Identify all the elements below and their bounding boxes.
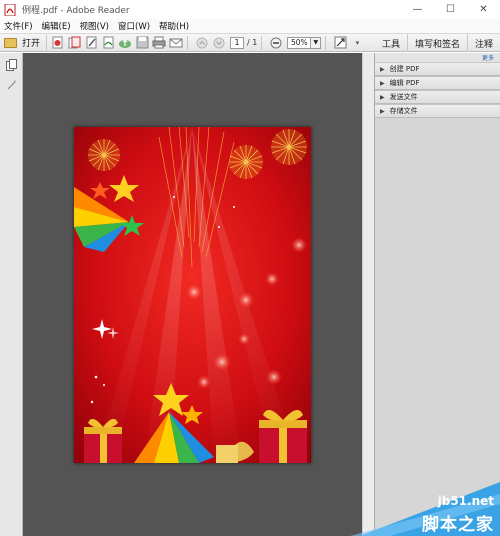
close-button[interactable]: ✕ <box>467 0 500 19</box>
menu-view[interactable]: 视图(V) <box>80 20 109 32</box>
menu-file[interactable]: 文件(F) <box>4 20 33 32</box>
page-number-input[interactable]: 1 <box>230 36 245 49</box>
menu-help[interactable]: 帮助(H) <box>159 20 189 32</box>
tools-pane: 更多 ▶ 创建 PDF ▶ 编辑 PDF ▶ 发送文件 ▶ 存储文件 <box>374 53 500 536</box>
toolbar: 打开 1 / 1 50% ▼ ▾ 工具 填写和签名 注释 <box>0 33 500 52</box>
menu-bar: 文件(F) 编辑(E) 视图(V) 窗口(W) 帮助(H) <box>0 19 500 33</box>
page-thumbnails-icon[interactable] <box>6 59 17 71</box>
folder-icon <box>4 37 17 48</box>
document-area[interactable] <box>23 53 374 536</box>
toolbar-separator <box>325 35 327 50</box>
tools-button[interactable]: 工具 <box>375 34 407 52</box>
open-label: 打开 <box>22 39 41 49</box>
fit-page-icon[interactable] <box>333 36 347 50</box>
page-total: / 1 <box>247 38 258 47</box>
panel-send-file[interactable]: ▶ 发送文件 <box>375 90 500 104</box>
toolbar-more-icon[interactable]: ▾ <box>350 36 364 50</box>
panel-edit-pdf[interactable]: ▶ 编辑 PDF <box>375 76 500 90</box>
open-button[interactable]: 打开 <box>4 34 48 51</box>
panel-store-file[interactable]: ▶ 存储文件 <box>375 104 500 118</box>
next-page-icon[interactable] <box>212 36 226 50</box>
comment-button[interactable]: 注释 <box>466 34 500 52</box>
zoom-out-icon[interactable] <box>269 36 283 50</box>
zoom-select[interactable]: 50% ▼ <box>287 36 322 49</box>
adobe-reader-icon <box>4 3 16 16</box>
title-bar: 例程.pdf - Adobe Reader — ☐ ✕ <box>0 0 500 19</box>
window-controls: — ☐ ✕ <box>401 0 500 19</box>
festive-poster-image <box>74 127 311 463</box>
expand-triangle-icon: ▶ <box>380 93 385 101</box>
expand-triangle-icon: ▶ <box>380 107 385 115</box>
maximize-button[interactable]: ☐ <box>434 0 467 19</box>
panel-label: 创建 PDF <box>389 65 420 73</box>
fill-sign-button[interactable]: 填写和签名 <box>406 34 467 52</box>
previous-page-icon[interactable] <box>195 36 209 50</box>
create-pdf-icon[interactable] <box>50 36 64 50</box>
zoom-input[interactable]: 50% <box>287 36 312 49</box>
panel-label: 编辑 PDF <box>389 79 420 87</box>
panel-create-pdf[interactable]: ▶ 创建 PDF <box>375 62 500 76</box>
toolbar-separator <box>187 35 189 50</box>
attachments-icon[interactable] <box>6 80 17 91</box>
chevron-down-icon[interactable]: ▼ <box>311 36 322 49</box>
watermark-name: 脚本之家 <box>422 515 494 535</box>
expand-triangle-icon: ▶ <box>380 65 385 73</box>
menu-edit[interactable]: 编辑(E) <box>42 20 71 32</box>
customize-link[interactable]: 更多 <box>375 53 500 62</box>
minimize-button[interactable]: — <box>401 0 434 19</box>
save-icon[interactable] <box>135 36 149 50</box>
panel-label: 发送文件 <box>389 93 418 101</box>
window-title: 例程.pdf - Adobe Reader <box>22 6 130 16</box>
combine-files-icon[interactable] <box>67 36 81 50</box>
edit-icon[interactable] <box>84 36 98 50</box>
expand-triangle-icon: ▶ <box>380 79 385 87</box>
toolbar-separator <box>261 35 263 50</box>
navigation-pane <box>0 53 23 536</box>
pdf-page <box>74 127 311 463</box>
menu-window[interactable]: 窗口(W) <box>118 20 150 32</box>
vertical-scrollbar[interactable] <box>362 53 374 536</box>
cloud-upload-icon[interactable] <box>118 36 132 50</box>
print-icon[interactable] <box>152 36 166 50</box>
email-icon[interactable] <box>169 36 183 50</box>
task-pane-buttons: 工具 填写和签名 注释 <box>375 34 500 52</box>
watermark-site: jb51.net <box>437 494 494 508</box>
sign-icon[interactable] <box>101 36 115 50</box>
panel-label: 存储文件 <box>389 107 418 115</box>
